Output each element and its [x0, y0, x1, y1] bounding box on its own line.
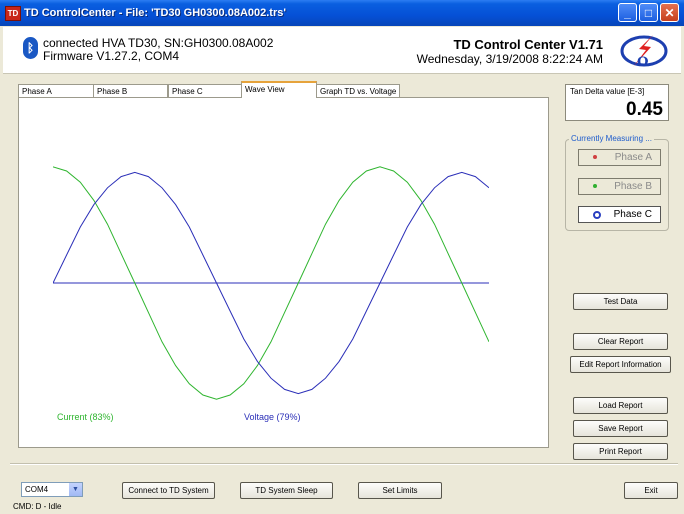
chevron-down-icon[interactable]: ▼	[69, 483, 82, 496]
wave-chart: Current (83%) Voltage (79%)	[53, 166, 489, 422]
voltage-series-label: Voltage (79%)	[244, 412, 301, 422]
firmware-version: Firmware V1.27.2, COM4	[43, 49, 180, 63]
tab-phase-b[interactable]: Phase B	[93, 84, 168, 98]
tan-delta-label: Tan Delta value [E-3]	[570, 87, 645, 96]
bluetooth-icon: ᛒ	[23, 37, 38, 59]
bottom-divider	[10, 463, 678, 465]
tab-wave-view[interactable]: Wave View	[241, 81, 317, 98]
app-icon: TD	[5, 6, 21, 21]
exit-button[interactable]: Exit	[624, 482, 678, 499]
com-port-value: COM4	[25, 485, 49, 494]
save-report-button[interactable]: Save Report	[573, 420, 668, 437]
title-bar[interactable]: TD TD ControlCenter - File: 'TD30 GH0300…	[0, 0, 684, 26]
connection-info: connected HVA TD30, SN:GH0300.08A002 Fir…	[43, 37, 273, 63]
phase-a-indicator-icon	[593, 155, 597, 159]
maximize-button[interactable]: □	[639, 3, 658, 22]
measure-phase-c[interactable]: Phase C	[578, 206, 661, 223]
current-datetime: Wednesday, 3/19/2008 8:22:24 AM	[416, 52, 603, 66]
measure-phase-b[interactable]: Phase B	[578, 178, 661, 195]
measure-phase-c-label: Phase C	[613, 209, 652, 220]
load-report-button[interactable]: Load Report	[573, 397, 668, 414]
close-button[interactable]: ✕	[660, 3, 679, 22]
clear-report-button[interactable]: Clear Report	[573, 333, 668, 350]
window-title: TD ControlCenter - File: 'TD30 GH0300.08…	[24, 7, 286, 19]
tan-delta-value: 0.45	[626, 99, 663, 120]
app-name: TD Control Center V1.71	[453, 37, 603, 52]
system-sleep-button[interactable]: TD System Sleep	[240, 482, 333, 499]
header-panel: ᛒ connected HVA TD30, SN:GH0300.08A002 F…	[3, 27, 681, 74]
com-port-select[interactable]: COM4 ▼	[21, 482, 83, 497]
tab-graph-td-voltage[interactable]: Graph TD vs. Voltage	[316, 84, 400, 98]
test-data-button[interactable]: Test Data	[573, 293, 668, 310]
measure-phase-a[interactable]: Phase A	[578, 149, 661, 166]
connect-button[interactable]: Connect to TD System	[122, 482, 215, 499]
phase-c-indicator-icon	[593, 211, 601, 219]
ohm-lightning-logo-icon: Ω	[620, 35, 668, 69]
edit-report-info-button[interactable]: Edit Report Information	[570, 356, 671, 373]
measure-phase-a-label: Phase A	[614, 152, 652, 163]
tab-phase-c[interactable]: Phase C	[168, 84, 242, 98]
measure-phase-b-label: Phase B	[614, 181, 652, 192]
currently-measuring-group: Currently Measuring ... Phase A Phase B …	[565, 134, 669, 231]
current-series-label: Current (83%)	[57, 412, 114, 422]
minimize-button[interactable]: _	[618, 3, 637, 22]
print-report-button[interactable]: Print Report	[573, 443, 668, 460]
svg-text:Ω: Ω	[637, 55, 649, 69]
tan-delta-box: Tan Delta value [E-3] 0.45	[565, 84, 669, 121]
tab-phase-a[interactable]: Phase A	[18, 84, 94, 98]
phase-b-indicator-icon	[593, 184, 597, 188]
status-bar-text: CMD: D - Idle	[13, 502, 62, 511]
set-limits-button[interactable]: Set Limits	[358, 482, 442, 499]
currently-measuring-title: Currently Measuring ...	[569, 134, 654, 143]
